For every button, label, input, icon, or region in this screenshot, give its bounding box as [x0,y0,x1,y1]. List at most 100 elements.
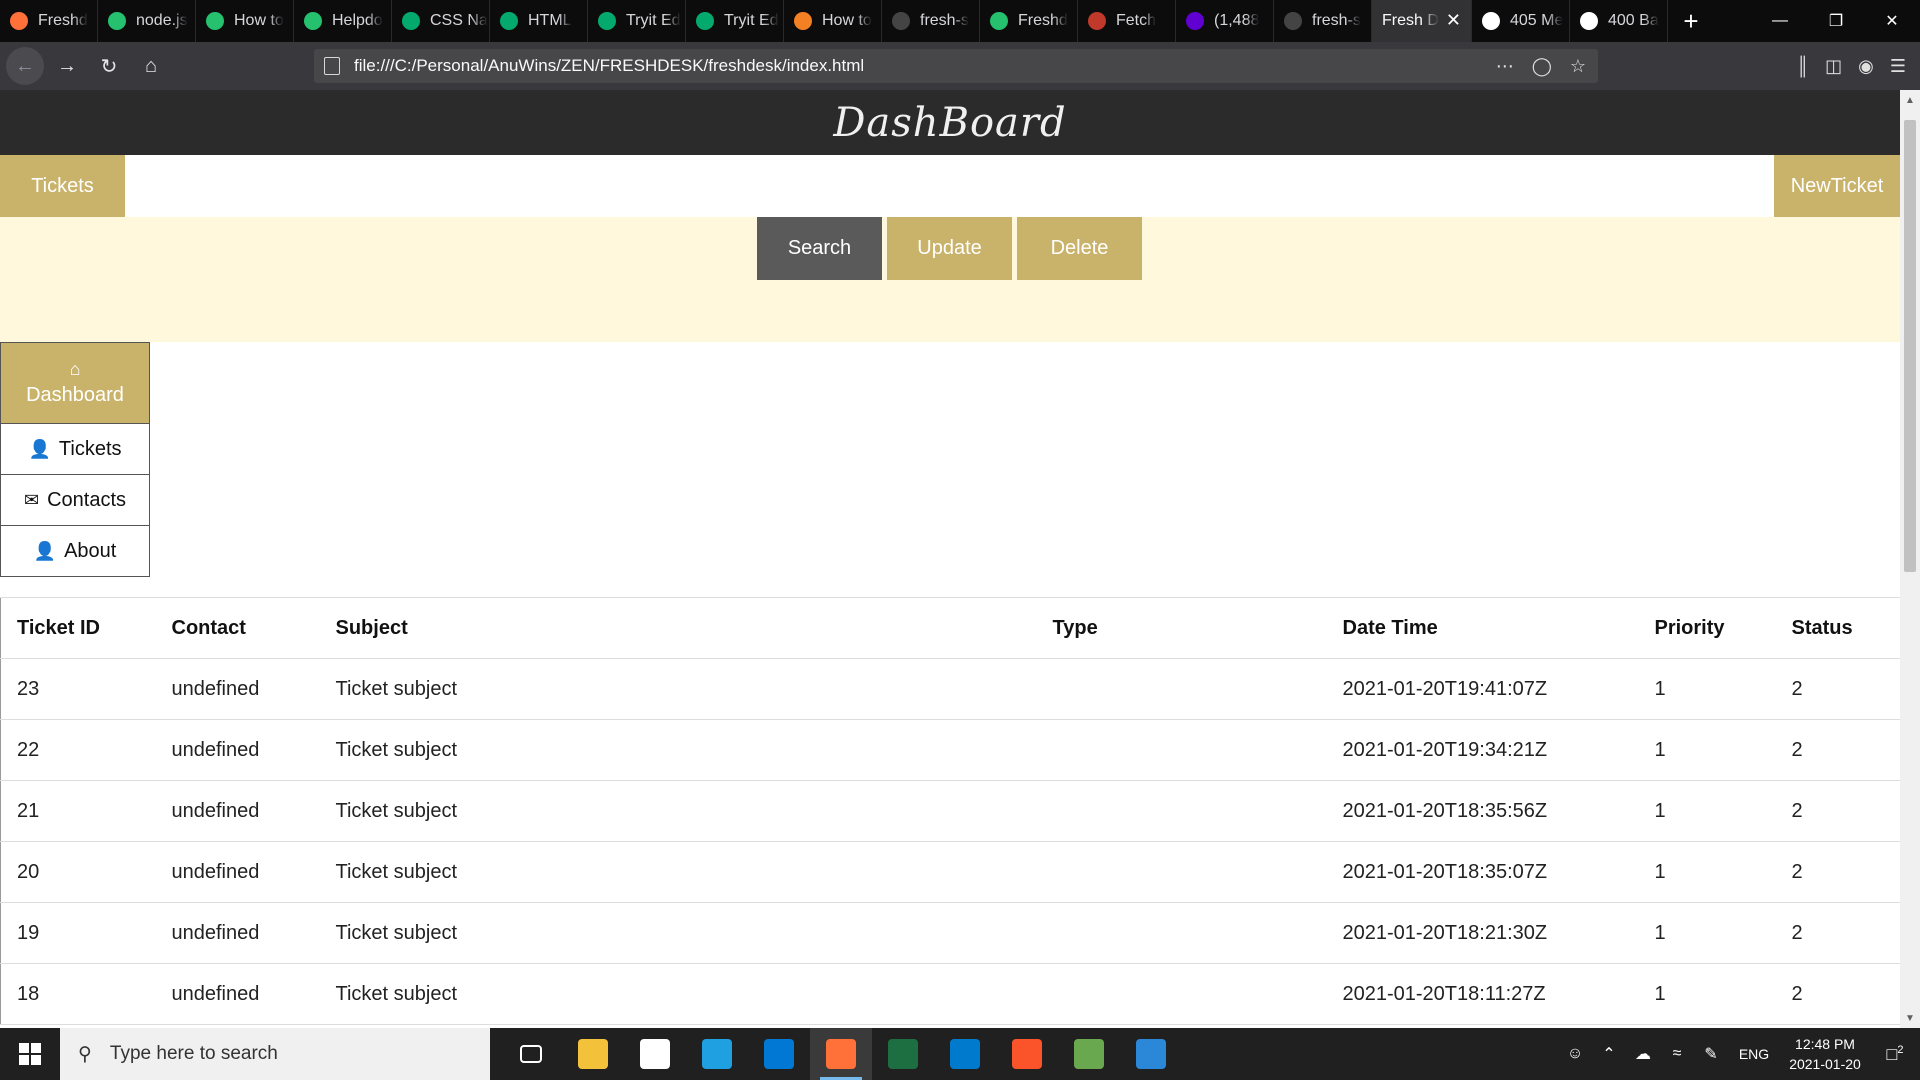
chevron-up-icon[interactable]: ⌃ [1592,1044,1626,1064]
scroll-up-arrow-icon[interactable]: ▲ [1900,90,1920,110]
table-cell: 22 [0,719,156,781]
brave-icon[interactable] [996,1028,1058,1080]
taskbar-search-placeholder: Type here to search [109,1043,278,1064]
browser-tab[interactable]: 400 Ba [1570,0,1668,42]
minimize-icon[interactable]: — [1752,0,1808,42]
people-icon[interactable]: ☺ [1558,1045,1592,1063]
pen-icon[interactable]: ✎ [1694,1044,1728,1064]
clock-date: 2021-01-20 [1789,1056,1861,1072]
wifi-icon[interactable]: ≈ [1660,1045,1694,1063]
new-ticket-tab[interactable]: NewTicket [1774,155,1900,217]
table-cell: 21 [0,780,156,842]
browser-tab[interactable]: Fetch [1078,0,1176,42]
sidenav-item-label: Tickets [58,437,122,460]
page-actions-icon[interactable]: ⋯ [1496,56,1514,77]
browser-tab[interactable]: Freshd [980,0,1078,42]
table-row[interactable]: 18 undefined Ticket subject 2021-01-20T18:1… [0,963,1900,1025]
file-explorer-icon[interactable] [562,1028,624,1080]
table-row[interactable]: 20 undefined Ticket subject 2021-01-20T18:3… [0,841,1900,903]
browser-tab[interactable]: Helpdo [294,0,392,42]
sidebar-icon[interactable]: ◫ [1825,56,1842,77]
sidenav-item-about[interactable]: 👤 About [0,526,150,577]
excel-icon[interactable] [872,1028,934,1080]
table-cell [1036,719,1327,781]
scrollbar-thumb[interactable] [1904,120,1916,572]
table-cell: 1 [1638,841,1776,903]
page-header: DashBoard [0,90,1900,155]
column-header: Priority [1638,597,1776,659]
table-row[interactable]: 21 undefined Ticket subject 2021-01-20T18:3… [0,780,1900,842]
reload-button[interactable]: ↻ [90,47,128,85]
notepad-icon[interactable] [1058,1028,1120,1080]
w3schools-icon [696,12,714,30]
browser-tab[interactable]: How to [784,0,882,42]
library-icon[interactable]: ║ [1796,56,1809,77]
update-button[interactable]: Update [887,217,1012,280]
home-button[interactable]: ⌂ [132,47,170,85]
freshdesk-icon [990,12,1008,30]
store-icon[interactable] [624,1028,686,1080]
close-tab-icon[interactable]: ✕ [1446,10,1461,31]
action-bar: Search Update Delete [0,217,1900,342]
sidenav-item-contacts[interactable]: ✉ Contacts [0,475,150,526]
table-row[interactable]: 22 undefined Ticket subject 2021-01-20T19:3… [0,719,1900,781]
taskbar-search[interactable]: ⚲ Type here to search [60,1028,490,1080]
table-cell [1036,658,1327,720]
sidenav-item-dashboard[interactable]: ⌂ Dashboard [0,342,150,424]
start-button[interactable] [0,1028,60,1080]
table-row[interactable]: 23 undefined Ticket subject 2021-01-20T19:4… [0,658,1900,720]
browser-tab[interactable]: Tryit Ed [588,0,686,42]
edge-icon[interactable] [686,1028,748,1080]
clock-time: 12:48 PM [1795,1036,1855,1052]
browser-tab-label: fresh-s [1312,12,1361,29]
firefox-icon[interactable] [810,1028,872,1080]
pocket-icon[interactable]: ◯ [1532,56,1552,77]
photos-icon[interactable] [1120,1028,1182,1080]
mail-icon[interactable] [748,1028,810,1080]
task-view-icon[interactable] [500,1028,562,1080]
table-cell: Ticket subject [319,658,1037,720]
new-tab-button[interactable]: + [1668,0,1714,42]
browser-tab[interactable]: fresh-s [882,0,980,42]
scroll-down-arrow-icon[interactable]: ▼ [1900,1008,1920,1028]
browser-tab[interactable]: Tryit Ed [686,0,784,42]
account-icon[interactable]: ◉ [1858,56,1874,77]
forward-button[interactable]: → [48,47,86,85]
table-cell: undefined [155,719,320,781]
envelope-icon: ✉ [23,489,40,510]
w3schools-icon [402,12,420,30]
postman-icon [1482,12,1500,30]
user-icon: 👤 [33,540,57,561]
firefox-icon [10,12,28,30]
tickets-table: Ticket ID Contact Subject Type Date Time Prio… [0,597,1900,1025]
vscode-icon-glyph [950,1039,980,1069]
tickets-tab[interactable]: Tickets [0,155,125,217]
browser-tab[interactable]: CSS Na [392,0,490,42]
table-cell [1036,902,1327,964]
close-window-icon[interactable]: ✕ [1864,0,1920,42]
browser-tab[interactable]: How to [196,0,294,42]
sidenav-item-tickets[interactable]: 👤 Tickets [0,424,150,475]
url-bar[interactable]: file:///C:/Personal/AnuWins/ZEN/FRESHDES… [314,49,1598,83]
clock[interactable]: 12:48 PM 2021-01-20 [1780,1034,1870,1074]
browser-tab[interactable]: 405 Me [1472,0,1570,42]
browser-tab[interactable]: node.js [98,0,196,42]
menu-icon[interactable]: ☰ [1890,56,1906,77]
browser-tab[interactable]: (1,488 [1176,0,1274,42]
notifications-icon[interactable]: □2 [1870,1044,1920,1065]
onedrive-icon[interactable]: ☁ [1626,1044,1660,1064]
back-button[interactable]: ← [6,47,44,85]
browser-tab[interactable]: Freshd [0,0,98,42]
table-row[interactable]: 19 undefined Ticket subject 2021-01-20T18:2… [0,902,1900,964]
bookmark-star-icon[interactable]: ☆ [1570,56,1586,77]
stackoverflow-icon [794,12,812,30]
browser-tab[interactable]: HTML [490,0,588,42]
browser-tab[interactable]: Fresh D ✕ [1372,0,1472,42]
search-button[interactable]: Search [757,217,882,280]
vscode-icon[interactable] [934,1028,996,1080]
restore-icon[interactable]: ❐ [1808,0,1864,42]
page-scrollbar[interactable]: ▲ ▼ [1900,90,1920,1028]
browser-tab[interactable]: fresh-s [1274,0,1372,42]
delete-button[interactable]: Delete [1017,217,1142,280]
language-indicator[interactable]: ENG [1728,1046,1780,1062]
